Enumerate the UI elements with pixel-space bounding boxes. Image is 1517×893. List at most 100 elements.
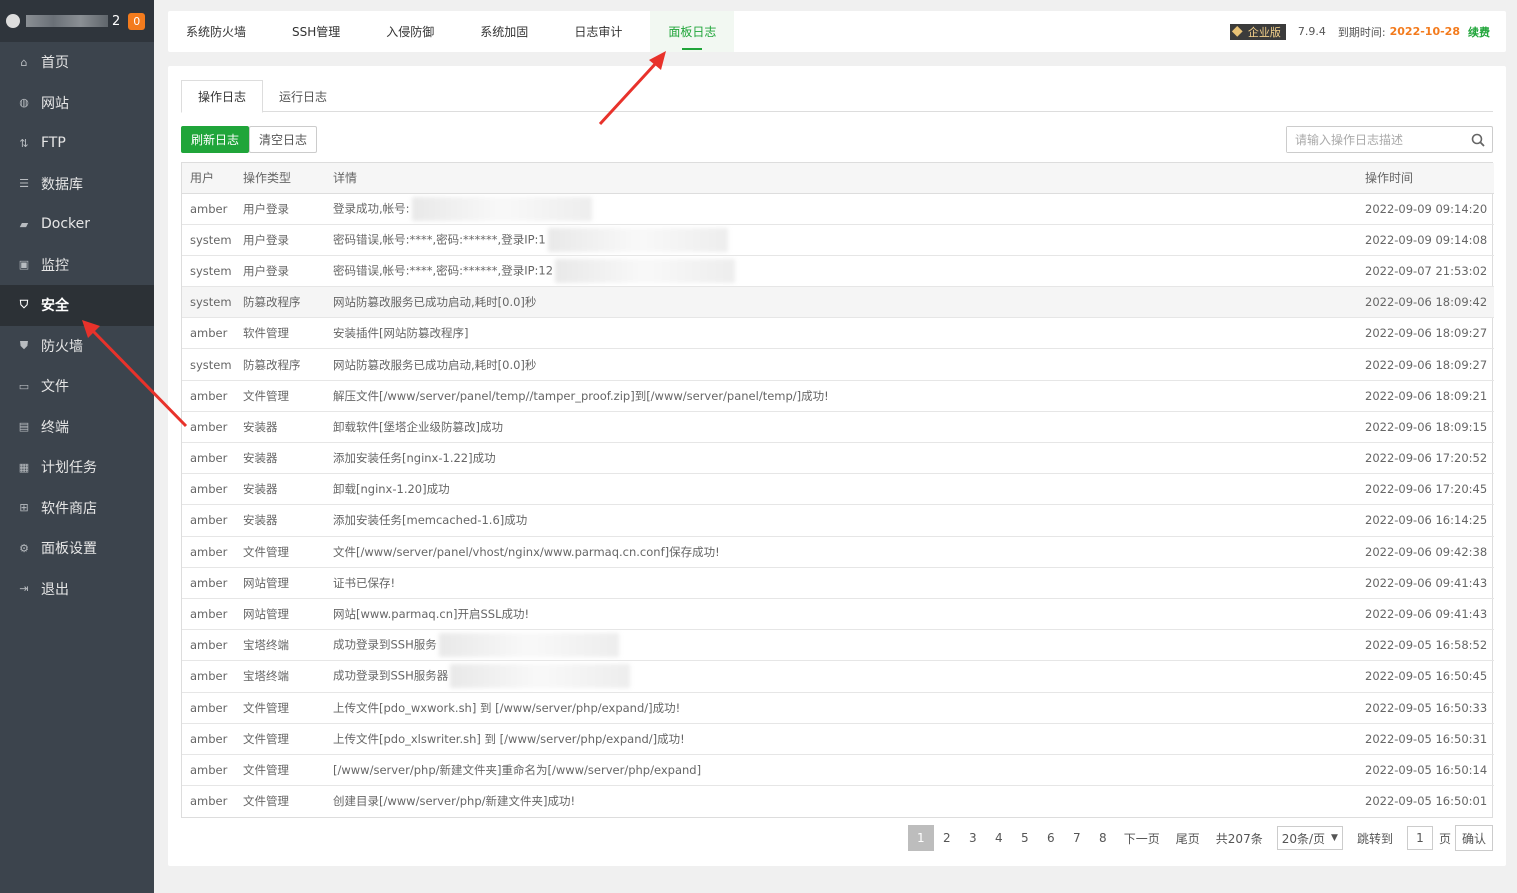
renew-link[interactable]: 续费: [1468, 24, 1490, 40]
page-8-button[interactable]: 8: [1090, 825, 1116, 851]
table-row[interactable]: amber 宝塔终端 成功登录到SSH服务 2022-09-05 16:58:52: [182, 629, 1494, 662]
sidebar-item-4[interactable]: ▰ Docker: [0, 204, 154, 245]
cell-detail: 证书已保存!: [325, 567, 1357, 599]
page-7-button[interactable]: 7: [1064, 825, 1090, 851]
clear-log-button[interactable]: 清空日志: [249, 126, 318, 153]
table-row[interactable]: amber 安装器 卸载[nginx-1.20]成功 2022-09-06 17:20…: [182, 473, 1494, 506]
cell-time: 2022-09-06 09:41:43: [1357, 598, 1494, 631]
page-1-button[interactable]: 1: [907, 825, 934, 851]
cell-time: 2022-09-06 09:42:38: [1357, 536, 1494, 568]
page-5-button[interactable]: 5: [1012, 825, 1038, 851]
cell-user: amber: [182, 754, 235, 787]
sidebar-item-3[interactable]: ☰ 数据库: [0, 164, 154, 205]
table-row[interactable]: system 防篡改程序 网站防篡改服务已成功启动,耗时[0.0]秒 2022-09-…: [182, 286, 1494, 319]
cell-time: 2022-09-06 16:14:25: [1357, 504, 1494, 537]
sidebar-item-5[interactable]: ▣ 监控: [0, 245, 154, 286]
sidebar-item-11[interactable]: ⊞ 软件商店: [0, 488, 154, 529]
sidebar-item-7[interactable]: ⛊ 防火墙: [0, 326, 154, 367]
sidebar-item-1[interactable]: ◍ 网站: [0, 83, 154, 124]
cell-time: 2022-09-05 16:58:52: [1357, 629, 1494, 662]
page-6-button[interactable]: 6: [1038, 825, 1064, 851]
table-row[interactable]: amber 用户登录 登录成功,帐号: 2022-09-09 09:14:20: [182, 193, 1494, 225]
table-row[interactable]: amber 安装器 卸载软件[堡塔企业级防篡改]成功 2022-09-06 18:09…: [182, 411, 1494, 444]
cell-detail: 网站防篡改服务已成功启动,耗时[0.0]秒: [325, 348, 1357, 381]
sidebar-item-label: FTP: [41, 135, 66, 152]
table-row[interactable]: amber 文件管理 创建目录[/www/server/php/新建文件夹]成功! 2…: [182, 786, 1494, 817]
table-row[interactable]: amber 安装器 添加安装任务[nginx-1.22]成功 2022-09-06 1…: [182, 442, 1494, 475]
page-unit-label: 页: [1438, 831, 1451, 846]
tab-top-5[interactable]: 面板日志: [650, 11, 735, 52]
sidebar-item-9[interactable]: ▤ 终端: [0, 407, 154, 448]
cell-time: 2022-09-06 18:09:27: [1357, 348, 1494, 381]
last-page-button[interactable]: 尾页: [1168, 825, 1208, 851]
cell-user-text: amber: [190, 419, 228, 434]
cell-time-text: 2022-09-06 17:20:45: [1365, 482, 1488, 497]
next-page-button[interactable]: 下一页: [1116, 825, 1168, 851]
tab-run-log[interactable]: 运行日志: [263, 80, 343, 112]
ftp-icon: ⇅: [19, 136, 29, 150]
apps-grid-icon: ⊞: [19, 501, 29, 515]
cell-detail: 密码错误,帐号:****,密码:******,登录IP:12: [325, 255, 1357, 288]
sidebar-item-label: 退出: [41, 581, 69, 598]
sidebar-item-10[interactable]: ▦ 计划任务: [0, 447, 154, 488]
table-row[interactable]: amber 安装器 添加安装任务[memcached-1.6]成功 2022-09-0…: [182, 504, 1494, 537]
cell-user: system: [182, 255, 235, 288]
page-4-button[interactable]: 4: [986, 825, 1012, 851]
per-page-select[interactable]: 20条/页 ▼: [1276, 826, 1343, 850]
column-header-detail[interactable]: 详情: [325, 163, 1357, 194]
page-3-button[interactable]: 3: [960, 825, 986, 851]
cell-detail-text: 上传文件[pdo_wxwork.sh] 到 [/www/server/php/e…: [333, 700, 681, 715]
notification-badge[interactable]: 0: [128, 12, 146, 30]
table-row[interactable]: amber 文件管理 [/www/server/php/新建文件夹]重命名为[/ww…: [182, 754, 1494, 787]
tab-top-1[interactable]: SSH管理: [274, 11, 358, 52]
cell-detail-text: 成功登录到SSH服务器: [333, 668, 449, 683]
enterprise-badge[interactable]: 企业版: [1229, 23, 1286, 40]
tab-top-4[interactable]: 日志审计: [556, 11, 640, 52]
tab-operation-log[interactable]: 操作日志: [181, 80, 264, 113]
table-row[interactable]: amber 网站管理 网站[www.parmaq.cn]开启SSL成功! 2022-0…: [182, 598, 1494, 631]
log-search-input[interactable]: [1287, 127, 1464, 152]
page-2-button[interactable]: 2: [934, 825, 960, 851]
column-header-type[interactable]: 操作类型: [235, 163, 325, 194]
table-row[interactable]: amber 文件管理 文件[/www/server/panel/vhost/ngin…: [182, 536, 1494, 568]
table-row[interactable]: system 防篡改程序 网站防篡改服务已成功启动,耗时[0.0]秒 2022-09-…: [182, 348, 1494, 381]
cell-time-text: 2022-09-05 16:50:31: [1365, 731, 1488, 746]
cell-time: 2022-09-09 09:14:08: [1357, 224, 1494, 256]
cell-time-text: 2022-09-06 09:42:38: [1365, 544, 1488, 559]
jump-page-input[interactable]: 1: [1406, 826, 1433, 850]
sidebar-item-2[interactable]: ⇅ FTP: [0, 123, 154, 164]
table-row[interactable]: amber 网站管理 证书已保存! 2022-09-06 09:41:43: [182, 567, 1494, 599]
table-row[interactable]: amber 软件管理 安装插件[网站防篡改程序] 2022-09-06 18:09:2…: [182, 317, 1494, 350]
table-row[interactable]: system用户登录密码错误,帐号:****,密码:******,登录IP:12…: [182, 224, 1494, 256]
table-row[interactable]: amber 文件管理 上传文件[pdo_xlswriter.sh] 到 [/www/…: [182, 723, 1494, 755]
log-search: [1286, 126, 1493, 153]
refresh-log-button[interactable]: 刷新日志: [181, 126, 250, 153]
cell-user-text: amber: [190, 201, 228, 216]
confirm-jump-button[interactable]: 确认: [1454, 825, 1493, 851]
cell-type: 防篡改程序: [235, 286, 325, 319]
cell-time: 2022-09-09 09:14:20: [1357, 193, 1494, 225]
sidebar-item-12[interactable]: ⚙ 面板设置: [0, 528, 154, 569]
tab-top-3[interactable]: 系统加固: [462, 11, 546, 52]
table-row[interactable]: amber 文件管理 解压文件[/www/server/panel/temp//ta…: [182, 380, 1494, 412]
column-header-user[interactable]: 用户: [182, 163, 235, 194]
cell-user: system: [182, 286, 235, 319]
cell-time-text: 2022-09-09 09:14:08: [1365, 232, 1488, 247]
column-header-time[interactable]: 操作时间: [1357, 163, 1494, 194]
folder-icon: ▭: [18, 379, 30, 393]
tab-top-0[interactable]: 系统防火墙: [168, 11, 264, 52]
sidebar-item-8[interactable]: ▭ 文件: [0, 366, 154, 407]
table-row[interactable]: system用户登录密码错误,帐号:****,密码:******,登录IP:12…: [182, 255, 1494, 288]
tab-top-2[interactable]: 入侵防御: [368, 11, 452, 52]
cell-user-text: amber: [190, 482, 228, 497]
table-row[interactable]: amber 文件管理 上传文件[pdo_wxwork.sh] 到 [/www/ser…: [182, 692, 1494, 724]
search-icon[interactable]: [1464, 127, 1492, 152]
sidebar-item-0[interactable]: ⌂ 首页: [0, 42, 154, 83]
table-row[interactable]: amber 宝塔终端 成功登录到SSH服务器 2022-09-05 16:50:45: [182, 660, 1494, 693]
firewall-shield-icon: ⛊: [19, 338, 29, 352]
cell-type-text: 防篡改程序: [243, 357, 301, 372]
cell-type-text: 安装器: [243, 482, 278, 497]
sidebar-item-6[interactable]: ⛉ 安全: [0, 285, 154, 326]
cell-user: amber: [182, 411, 235, 444]
sidebar-item-13[interactable]: ⇥ 退出: [0, 569, 154, 610]
